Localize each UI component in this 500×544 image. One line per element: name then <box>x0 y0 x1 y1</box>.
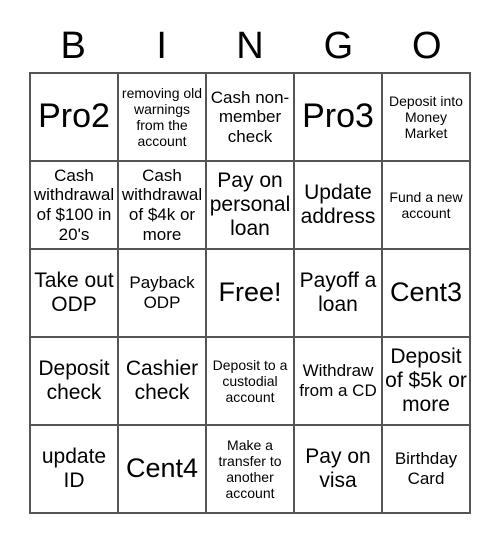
bingo-cell[interactable]: Update address <box>294 161 382 249</box>
bingo-cell[interactable]: Deposit check <box>30 337 118 425</box>
bingo-cell[interactable]: Deposit of $5k or more <box>382 337 470 425</box>
bingo-cell[interactable]: Cent3 <box>382 249 470 337</box>
bingo-cell[interactable]: Pro3 <box>294 73 382 161</box>
header-letter-i: I <box>156 25 167 67</box>
bingo-cell[interactable]: Cash withdrawal of $4k or more <box>118 161 206 249</box>
header-letter-n: N <box>236 25 264 67</box>
bingo-cell[interactable]: Pay on visa <box>294 425 382 513</box>
header-letter-o: O <box>412 25 442 67</box>
bingo-cell[interactable]: Cashier check <box>118 337 206 425</box>
bingo-cell[interactable]: Payback ODP <box>118 249 206 337</box>
bingo-cell[interactable]: Cash withdrawal of $100 in 20's <box>30 161 118 249</box>
bingo-cell[interactable]: Payoff a loan <box>294 249 382 337</box>
bingo-cell[interactable]: Pro2 <box>30 73 118 161</box>
header-letter-b: B <box>60 25 86 67</box>
bingo-cell[interactable]: Deposit to a custodial account <box>206 337 294 425</box>
bingo-cell[interactable]: Withdraw from a CD <box>294 337 382 425</box>
bingo-cell[interactable]: Take out ODP <box>30 249 118 337</box>
header-letter-g: G <box>323 25 354 67</box>
bingo-cell[interactable]: Make a transfer to another account <box>206 425 294 513</box>
bingo-cell[interactable]: Birthday Card <box>382 425 470 513</box>
bingo-cell[interactable]: Deposit into Money Market <box>382 73 470 161</box>
bingo-cell[interactable]: Fund a new account <box>382 161 470 249</box>
bingo-cell[interactable]: removing old warnings from the account <box>118 73 206 161</box>
bingo-card: Pro2 removing old warnings from the acco… <box>29 72 471 514</box>
bingo-cell[interactable]: Cash non-member check <box>206 73 294 161</box>
bingo-cell[interactable]: Cent4 <box>118 425 206 513</box>
bingo-cell[interactable]: update ID <box>30 425 118 513</box>
bingo-header: B I N G O <box>29 20 471 72</box>
bingo-cell[interactable]: Pay on personal loan <box>206 161 294 249</box>
free-space-cell[interactable]: Free! <box>206 249 294 337</box>
